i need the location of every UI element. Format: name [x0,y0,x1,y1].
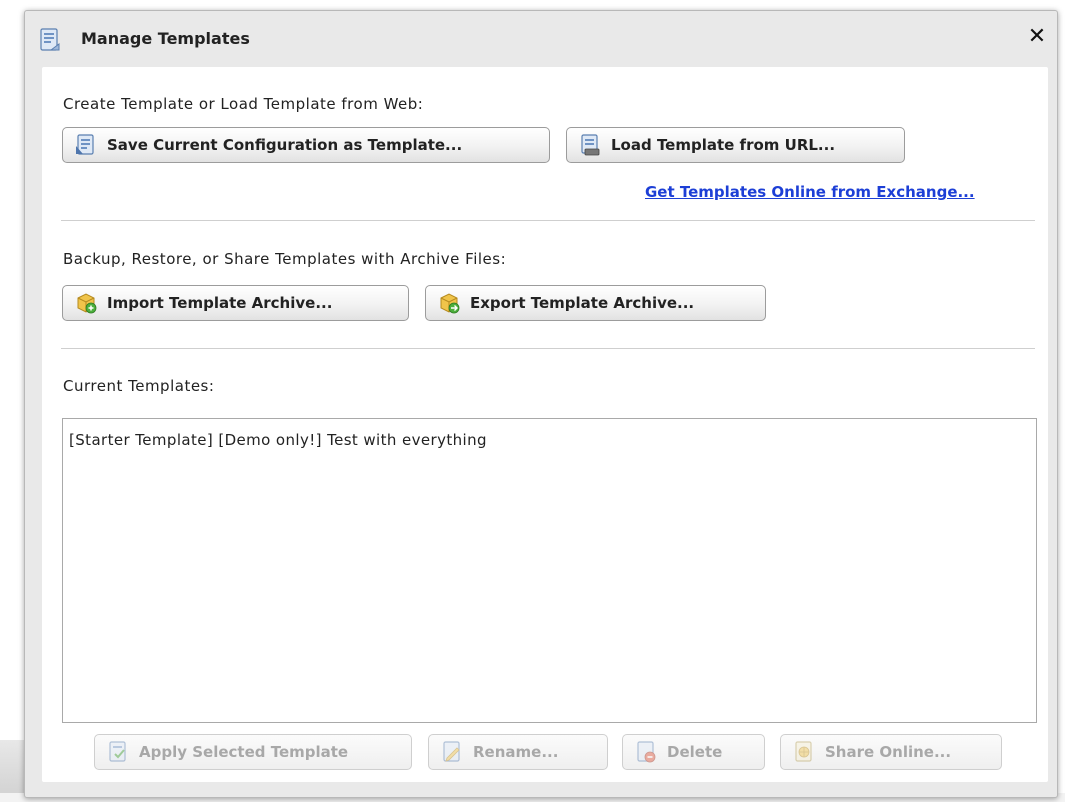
exchange-link[interactable]: Get Templates Online from Exchange... [645,183,975,201]
import-archive-button[interactable]: Import Template Archive... [62,285,409,321]
dialog-titlebar: Manage Templates ✕ [25,11,1057,67]
delete-button[interactable]: Delete [622,734,765,770]
load-template-label: Load Template from URL... [611,136,836,154]
export-archive-icon [440,293,460,314]
rename-icon [443,741,460,762]
section-divider [61,220,1035,221]
import-archive-label: Import Template Archive... [107,294,333,312]
export-archive-button[interactable]: Export Template Archive... [425,285,766,321]
share-online-button[interactable]: Share Online... [780,734,1002,770]
archive-section-label: Backup, Restore, or Share Templates with… [63,250,507,268]
template-document-icon [40,28,60,51]
apply-template-label: Apply Selected Template [139,743,349,761]
rename-button[interactable]: Rename... [428,734,608,770]
close-button[interactable]: ✕ [1025,25,1049,49]
load-template-url-button[interactable]: Load Template from URL... [566,127,905,163]
section-divider [61,348,1035,349]
save-configuration-button[interactable]: Save Current Configuration as Template..… [62,127,550,163]
delete-icon [637,741,656,763]
dialog-title: Manage Templates [81,29,250,48]
delete-label: Delete [667,743,723,761]
apply-template-button[interactable]: Apply Selected Template [94,734,412,770]
share-online-label: Share Online... [825,743,952,761]
rename-label: Rename... [473,743,559,761]
list-item[interactable]: [Starter Template] [Demo only!] Test wit… [69,431,487,449]
templates-section-label: Current Templates: [63,377,215,395]
create-section-label: Create Template or Load Template from We… [63,95,424,113]
import-archive-icon [77,293,97,314]
share-online-icon [795,741,812,762]
load-template-icon [581,134,600,156]
manage-templates-dialog: Manage Templates ✕ Create Template or Lo… [24,10,1058,798]
save-template-icon [76,134,94,155]
export-archive-label: Export Template Archive... [470,294,695,312]
templates-listbox[interactable]: [Starter Template] [Demo only!] Test wit… [62,418,1037,723]
apply-template-icon [109,741,126,762]
save-configuration-label: Save Current Configuration as Template..… [107,136,463,154]
dialog-content-panel: Create Template or Load Template from We… [42,67,1048,782]
